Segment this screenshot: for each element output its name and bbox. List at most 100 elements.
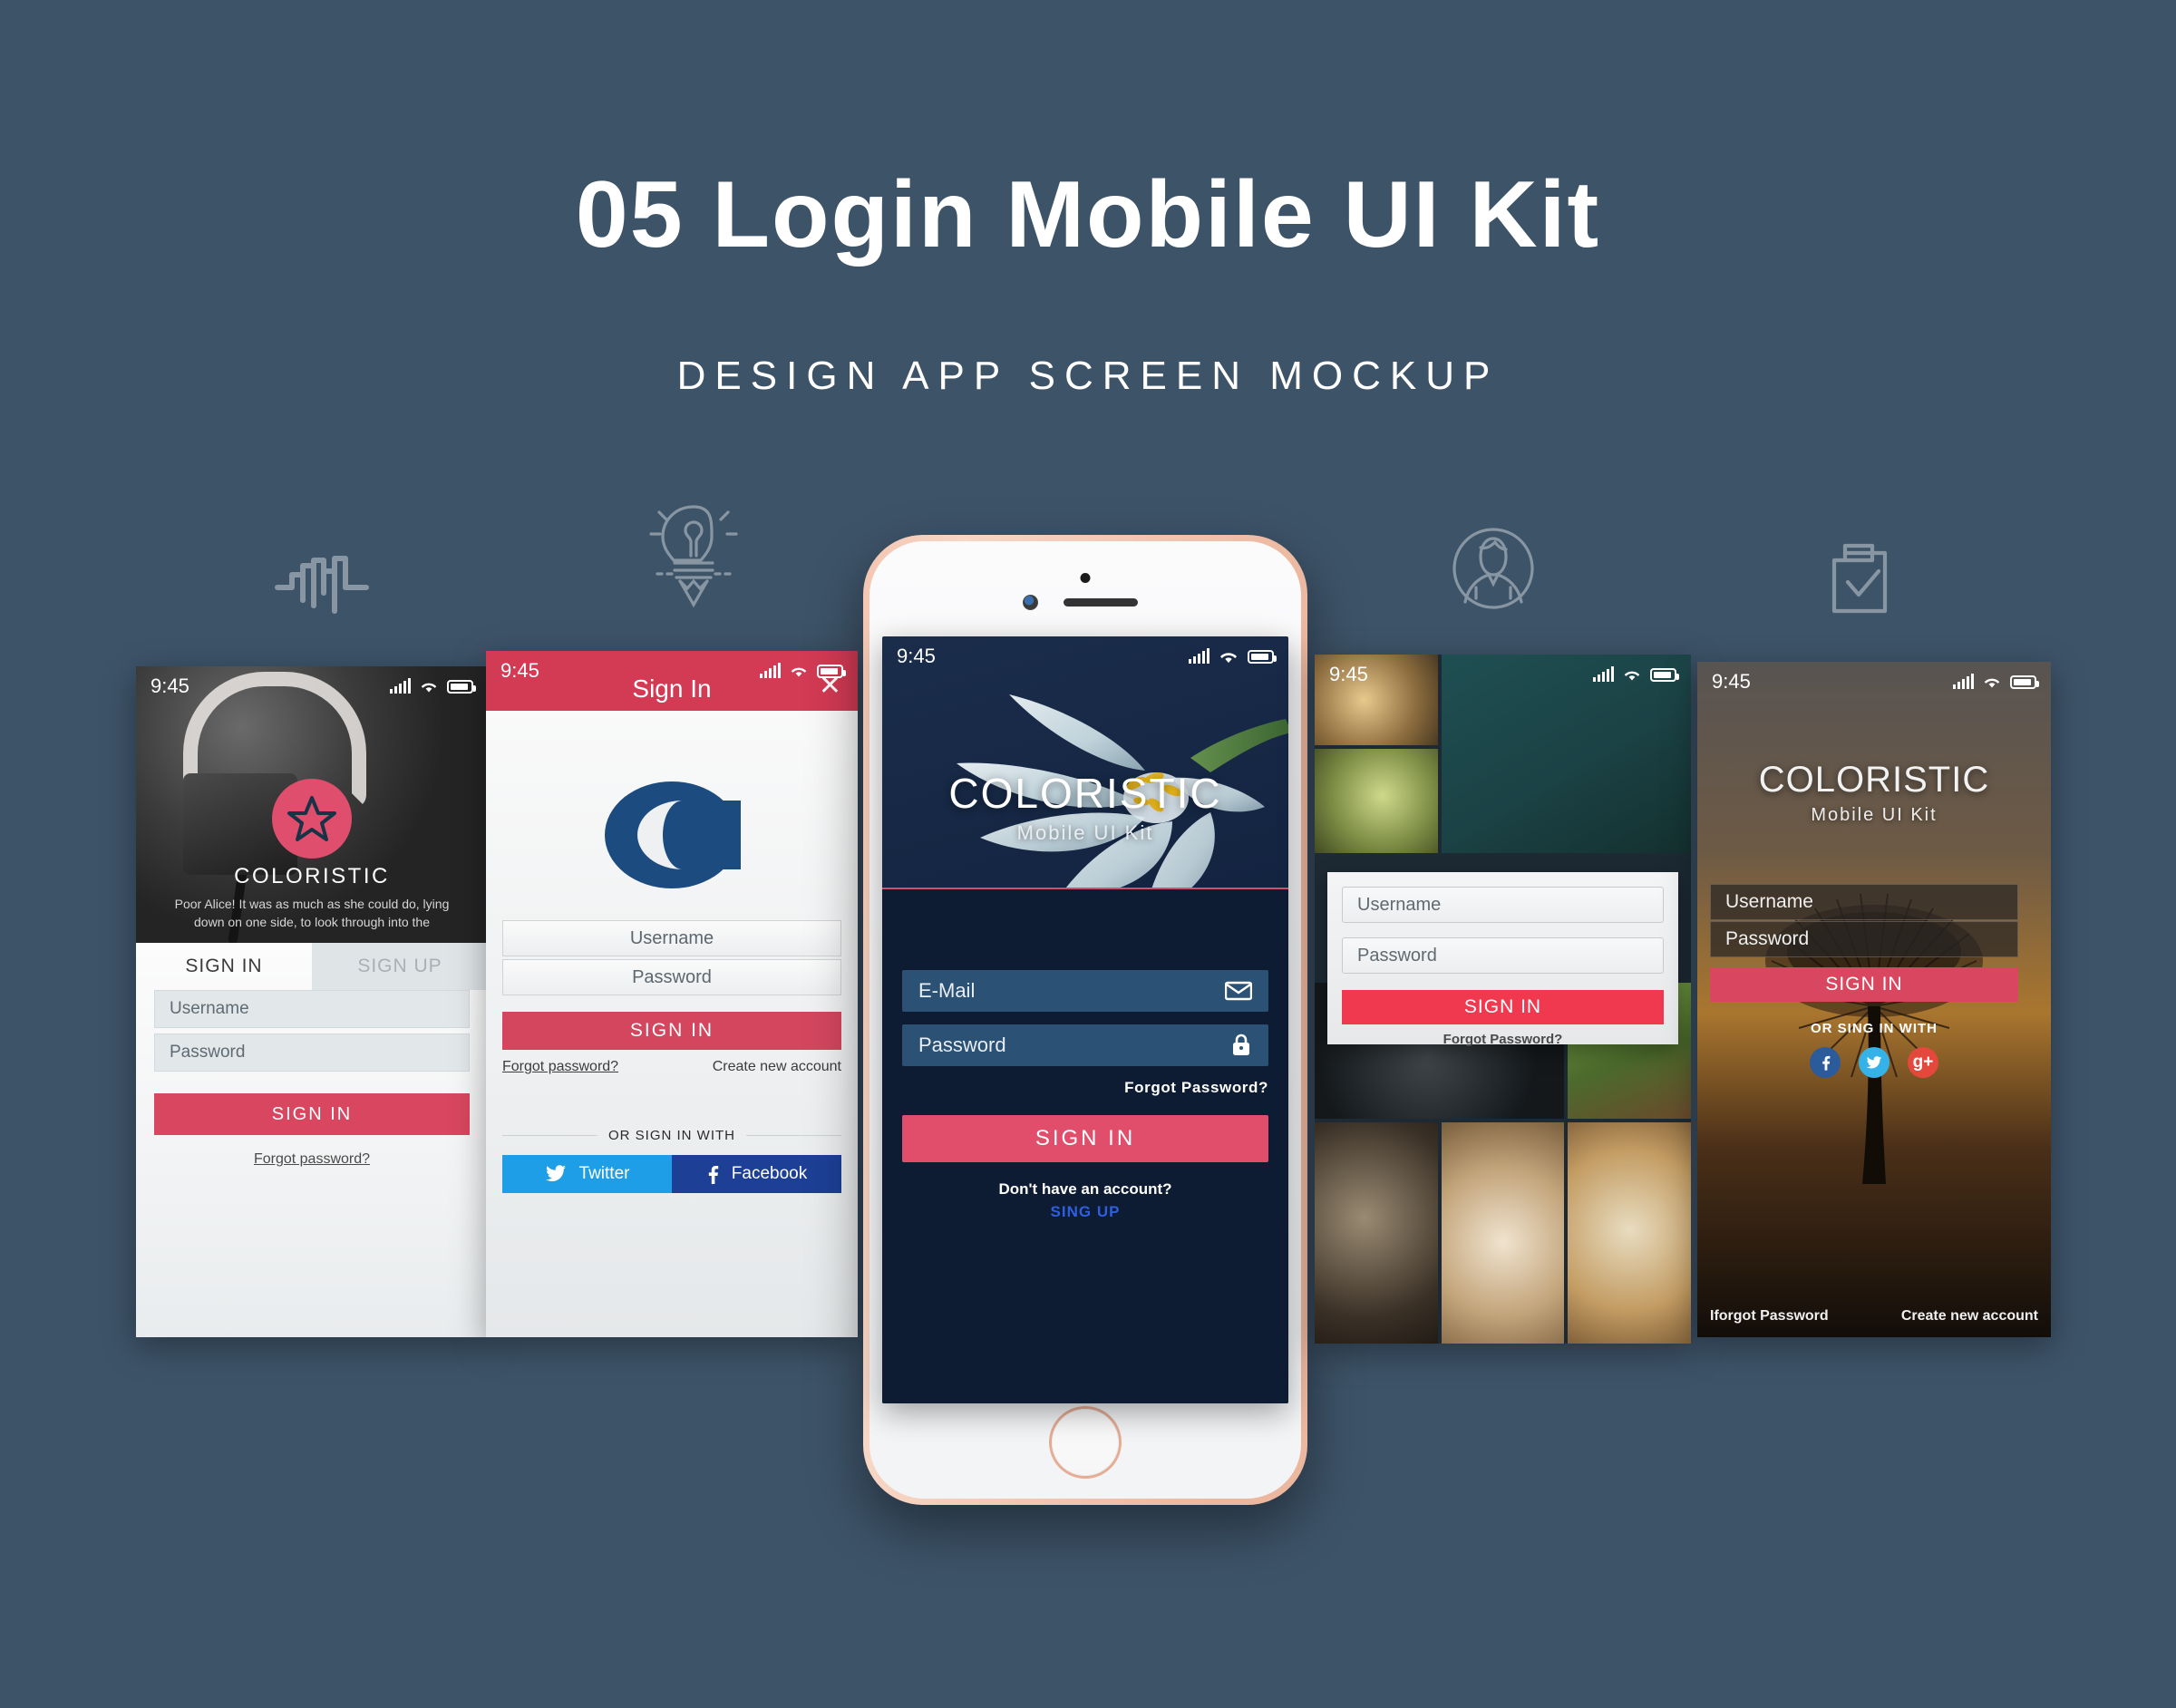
username-input[interactable]: Username bbox=[502, 920, 841, 956]
battery-icon bbox=[447, 679, 476, 694]
earpiece-speaker bbox=[1064, 598, 1138, 607]
signup-link[interactable]: SING UP bbox=[882, 1203, 1288, 1221]
status-time: 9:45 bbox=[500, 659, 539, 682]
screen5-bottom-links: Iforgot Password Create new account bbox=[1710, 1308, 2038, 1325]
tab-signin[interactable]: SIGN IN bbox=[136, 943, 312, 990]
email-placeholder: E-Mail bbox=[918, 979, 976, 1002]
password-input[interactable]: Password bbox=[502, 959, 841, 995]
forgot-password-link[interactable]: Iforgot Password bbox=[1710, 1308, 1829, 1325]
c-logo-icon bbox=[603, 780, 741, 890]
home-button[interactable] bbox=[1052, 1409, 1119, 1476]
accent-divider bbox=[882, 888, 1288, 889]
facebook-icon[interactable] bbox=[1810, 1047, 1841, 1078]
signin-button[interactable]: SIGN IN bbox=[1710, 967, 2018, 1002]
wifi-icon bbox=[1984, 678, 2000, 688]
screen3-tagline: Mobile UI Kit bbox=[1016, 821, 1154, 844]
user-avatar-icon bbox=[1443, 519, 1543, 618]
wifi-icon bbox=[1624, 671, 1640, 681]
twitter-icon[interactable] bbox=[1859, 1047, 1889, 1078]
username-input[interactable]: Username bbox=[1710, 884, 2018, 920]
status-time: 9:45 bbox=[1712, 670, 1751, 693]
screen5-statusbar: 9:45 bbox=[1697, 662, 2051, 702]
signin-button[interactable]: SIGN IN bbox=[1342, 990, 1664, 1024]
page-title: 05 Login Mobile UI Kit bbox=[575, 162, 1601, 267]
signal-icon bbox=[1953, 674, 1974, 689]
or-label: OR SING IN WITH bbox=[1811, 1021, 1938, 1036]
status-icons bbox=[1953, 674, 2039, 689]
center-phone-device: 9:45 COLORISTIC Mobile UI Kit E-Mail Pas… bbox=[863, 535, 1307, 1505]
photo-pancakes bbox=[1568, 1122, 1691, 1344]
wifi-icon bbox=[791, 667, 807, 677]
forgot-password-link[interactable]: Forgot password? bbox=[136, 1151, 488, 1168]
password-input[interactable]: Password bbox=[1342, 937, 1664, 974]
password-input[interactable]: Password bbox=[1710, 921, 2018, 957]
photo-salad bbox=[1315, 749, 1438, 853]
envelope-icon bbox=[1225, 981, 1252, 1001]
username-input[interactable]: Username bbox=[154, 990, 470, 1028]
google-plus-icon[interactable]: g+ bbox=[1908, 1047, 1938, 1078]
forgot-password-link[interactable]: Forgot Password? bbox=[1124, 1079, 1268, 1097]
twitter-button[interactable]: Twitter bbox=[502, 1155, 672, 1193]
screen1-form-sheet: SIGN IN SIGN UP Username Password SIGN I… bbox=[136, 943, 488, 1337]
screen2-links: Forgot password? Create new account bbox=[502, 1059, 841, 1075]
email-input[interactable]: E-Mail bbox=[902, 970, 1268, 1012]
status-time: 9:45 bbox=[151, 674, 189, 697]
status-icons bbox=[1593, 666, 1679, 682]
status-time: 9:45 bbox=[1329, 663, 1368, 685]
waveform-icon bbox=[272, 544, 372, 626]
screen3-brand: COLORISTIC bbox=[948, 770, 1222, 817]
wifi-icon bbox=[421, 683, 437, 693]
lightbulb-pencil-icon bbox=[635, 494, 753, 612]
screen-4-collage-login: 9:45 Username Password SIGN IN Forgot Pa… bbox=[1315, 655, 1691, 1344]
twitter-label: Twitter bbox=[578, 1164, 630, 1183]
screen4-login-card: Username Password SIGN IN Forgot Passwor… bbox=[1327, 872, 1678, 1047]
page-subtitle: DESIGN APP SCREEN MOCKUP bbox=[676, 354, 1500, 398]
clipboard-check-icon bbox=[1815, 537, 1915, 636]
facebook-label: Facebook bbox=[731, 1164, 808, 1183]
photo-soup bbox=[1441, 1122, 1565, 1344]
screen-3-coloristic-login: 9:45 COLORISTIC Mobile UI Kit E-Mail Pas… bbox=[882, 636, 1288, 1403]
sensor-dot-icon bbox=[1080, 573, 1091, 583]
twitter-icon bbox=[545, 1165, 566, 1182]
screen1-statusbar: 9:45 bbox=[136, 666, 488, 706]
signal-icon bbox=[1189, 648, 1209, 664]
screen1-quote: Poor Alice! It was as much as she could … bbox=[174, 897, 450, 930]
status-icons bbox=[760, 663, 846, 678]
no-account-text: Don't have an account? bbox=[998, 1180, 1172, 1198]
signin-button[interactable]: SIGN IN bbox=[154, 1093, 470, 1135]
screen3-statusbar: 9:45 bbox=[882, 636, 1288, 676]
password-placeholder: Password bbox=[918, 1034, 1006, 1056]
forgot-password-link[interactable]: Forgot password? bbox=[502, 1059, 618, 1075]
screen5-brand: COLORISTIC bbox=[1758, 760, 1990, 800]
lock-icon bbox=[1233, 1034, 1249, 1055]
forgot-password-link[interactable]: Forgot Password? bbox=[1327, 1032, 1678, 1047]
create-account-link[interactable]: Create new account bbox=[1901, 1308, 2038, 1325]
status-icons bbox=[1189, 648, 1277, 665]
screen4-statusbar: 9:45 bbox=[1315, 655, 1691, 694]
screen2-statusbar: 9:45 bbox=[486, 651, 858, 691]
username-input[interactable]: Username bbox=[1342, 887, 1664, 923]
password-input[interactable]: Password bbox=[902, 1024, 1268, 1066]
or-divider-label: OR SIGN IN WITH bbox=[502, 1128, 841, 1143]
facebook-icon bbox=[708, 1166, 718, 1184]
signal-icon bbox=[1593, 666, 1614, 682]
screen-1-signin-tabs: 9:45 COLORISTIC Poor Alice! It was as mu… bbox=[136, 666, 488, 1337]
status-time: 9:45 bbox=[897, 645, 936, 667]
battery-icon bbox=[1650, 667, 1679, 682]
photo-spices bbox=[1315, 1122, 1438, 1344]
signin-button[interactable]: SIGN IN bbox=[502, 1012, 841, 1050]
screen1-tabs: SIGN IN SIGN UP bbox=[136, 943, 488, 990]
status-icons bbox=[390, 678, 476, 694]
signin-button[interactable]: SIGN IN bbox=[902, 1115, 1268, 1162]
screen5-tagline: Mobile UI Kit bbox=[1811, 805, 1938, 825]
screen2-social-buttons: Twitter Facebook bbox=[502, 1155, 841, 1193]
password-input[interactable]: Password bbox=[154, 1034, 470, 1072]
facebook-button[interactable]: Facebook bbox=[672, 1155, 841, 1193]
dandelion-image bbox=[1765, 893, 1983, 1184]
signal-icon bbox=[390, 678, 411, 694]
wifi-icon bbox=[1219, 653, 1238, 664]
signal-icon bbox=[760, 663, 781, 678]
tab-signup[interactable]: SIGN UP bbox=[312, 943, 488, 990]
screen1-brand: COLORISTIC bbox=[234, 864, 390, 888]
create-account-link[interactable]: Create new account bbox=[713, 1059, 841, 1075]
